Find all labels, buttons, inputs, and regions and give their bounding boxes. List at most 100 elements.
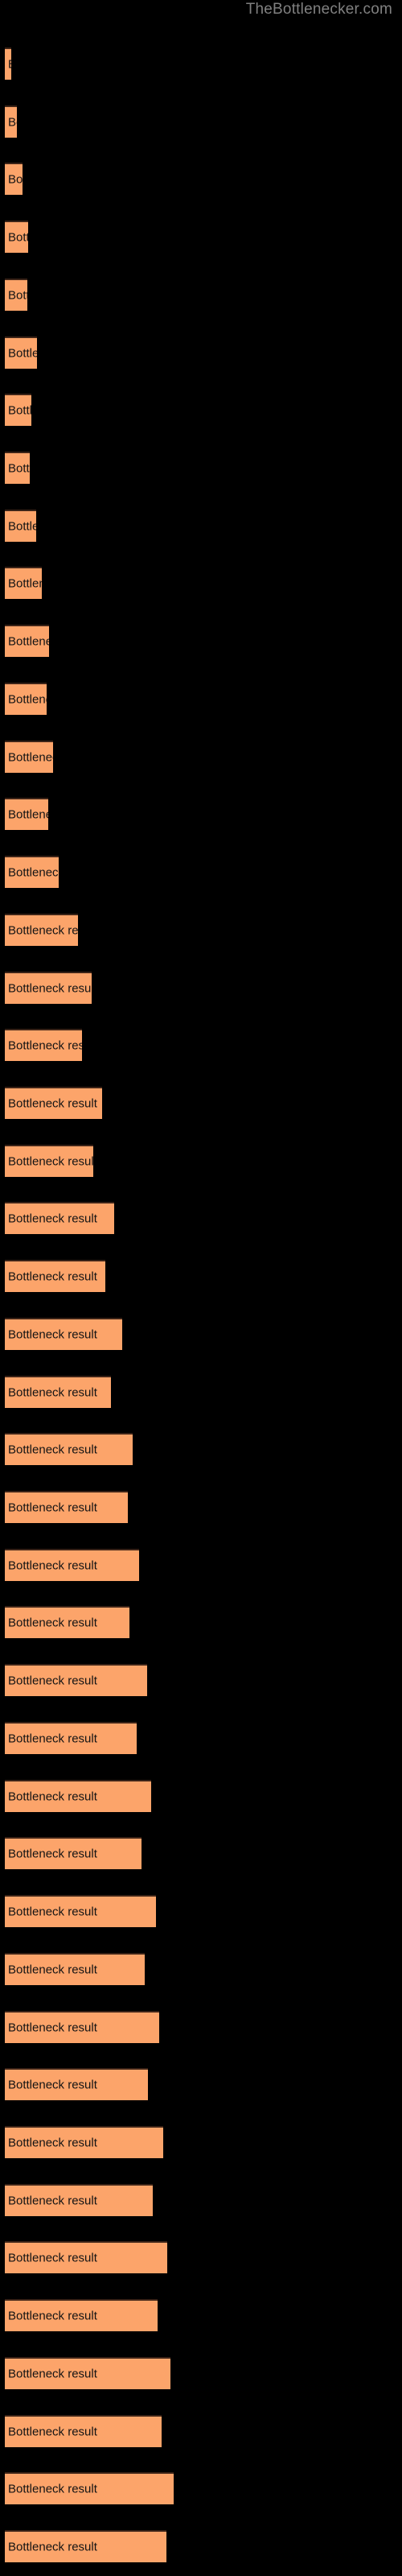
bar-label: Bottleneck result — [8, 2021, 97, 2034]
bar-bottleneck-result[interactable]: Bottleneck result — [5, 740, 54, 773]
bar-bottleneck-result[interactable]: Bottleneck result — [5, 105, 17, 138]
bar-row: Bottleneck result — [0, 2125, 402, 2158]
bar-row: Bottleneck result — [0, 2472, 402, 2505]
bar-bottleneck-result[interactable]: Bottleneck result — [5, 1664, 148, 1697]
bar-bottleneck-result[interactable]: Bottleneck result — [5, 509, 36, 542]
bar-row: Bottleneck result — [0, 1375, 402, 1408]
bar-bottleneck-result[interactable]: Bottleneck result — [5, 971, 92, 1004]
bar-bottleneck-result[interactable]: Bottleneck result — [5, 278, 27, 311]
bar-row: Bottleneck result — [0, 567, 402, 600]
bar-bottleneck-result[interactable]: Bottleneck result — [5, 1144, 93, 1177]
bar-label: Bottleneck result — [8, 519, 36, 534]
bar-row: Bottleneck result — [0, 1779, 402, 1812]
bar-bottleneck-result[interactable]: Bottleneck result — [5, 625, 49, 658]
bar-row: Bottleneck result — [0, 1721, 402, 1754]
bar-bottleneck-result[interactable]: Bottleneck result — [5, 2414, 162, 2447]
bar-row: Bottleneck result — [0, 856, 402, 889]
bottleneck-bar-chart: Bottleneck result Bottleneck result Bottle… — [0, 0, 402, 2576]
bar-bottleneck-result[interactable]: Bottleneck result — [5, 1779, 152, 1812]
bar-row: Bottleneck result — [0, 1664, 402, 1697]
bar-label: Bottleneck result — [8, 403, 31, 418]
bar-label: Bottleneck result — [8, 750, 53, 765]
bar-label: Bottleneck result — [8, 923, 79, 938]
bar-bottleneck-result[interactable]: Bottleneck result — [5, 1317, 122, 1350]
bar-bottleneck-result[interactable]: Bottleneck result — [5, 47, 11, 80]
bar-row: Bottleneck result — [0, 2068, 402, 2101]
bar-bottleneck-result[interactable]: Bottleneck result — [5, 1721, 137, 1754]
bar-row: Bottleneck result — [0, 1260, 402, 1293]
bar-bottleneck-result[interactable]: Bottleneck result — [5, 336, 37, 369]
bar-bottleneck-result[interactable]: Bottleneck result — [5, 1837, 142, 1870]
bar-bottleneck-result[interactable]: Bottleneck result — [5, 1548, 140, 1581]
bar-bottleneck-result[interactable]: Bottleneck result — [5, 567, 42, 600]
bar-label: Bottleneck result — [8, 1269, 97, 1284]
bar-bottleneck-result[interactable]: Bottleneck result — [5, 1952, 146, 1985]
bar-bottleneck-result[interactable]: Bottleneck result — [5, 452, 30, 485]
bar-bottleneck-result[interactable]: Bottleneck result — [5, 913, 79, 946]
bar-label: Bottleneck result — [8, 865, 59, 880]
bar-row: Bottleneck result — [0, 163, 402, 196]
bar-row: Bottleneck result — [0, 1837, 402, 1870]
bar-label: Bottleneck result — [8, 1963, 97, 1977]
bar-bottleneck-result[interactable]: Bottleneck result — [5, 163, 23, 196]
bar-bottleneck-result[interactable]: Bottleneck result — [5, 2356, 171, 2389]
bar-row: Bottleneck result — [0, 1433, 402, 1466]
bar-bottleneck-result[interactable]: Bottleneck result — [5, 1086, 102, 1119]
bar-row: Bottleneck result — [0, 221, 402, 254]
bar-bottleneck-result[interactable]: Bottleneck result — [5, 2068, 149, 2101]
bar-bottleneck-result[interactable]: Bottleneck result — [5, 2125, 164, 2158]
bar-label: Bottleneck result — [8, 1154, 93, 1169]
bar-bottleneck-result[interactable]: Bottleneck result — [5, 798, 48, 831]
bar-label: Bottleneck result — [8, 2136, 97, 2150]
bar-label: Bottleneck result — [8, 1905, 97, 1919]
bar-label: Bottleneck result — [8, 692, 47, 707]
bar-bottleneck-result[interactable]: Bottleneck result — [5, 1375, 111, 1408]
bar-bottleneck-result[interactable]: Bottleneck result — [5, 1491, 128, 1524]
bar-row: Bottleneck result — [0, 1606, 402, 1639]
bar-label: Bottleneck result — [8, 1385, 97, 1400]
bar-bottleneck-result[interactable]: Bottleneck result — [5, 1260, 105, 1293]
bar-row: Bottleneck result — [0, 2414, 402, 2447]
bar-row: Bottleneck result — [0, 1202, 402, 1235]
bar-label: Bottleneck result — [8, 1327, 97, 1342]
bar-label: Bottleneck result — [8, 2194, 97, 2208]
bar-bottleneck-result[interactable]: Bottleneck result — [5, 2299, 158, 2332]
bar-label: Bottleneck result — [8, 2251, 97, 2265]
bar-row: Bottleneck result — [0, 1317, 402, 1350]
bar-row: Bottleneck result — [0, 2241, 402, 2274]
bar-row: Bottleneck result — [0, 2183, 402, 2216]
bar-row: Bottleneck result — [0, 2530, 402, 2562]
bar-bottleneck-result[interactable]: Bottleneck result — [5, 856, 59, 889]
bar-bottleneck-result[interactable]: Bottleneck result — [5, 2530, 167, 2562]
bar-row: Bottleneck result — [0, 682, 402, 715]
bar-bottleneck-result[interactable]: Bottleneck result — [5, 1202, 114, 1235]
bar-bottleneck-result[interactable]: Bottleneck result — [5, 394, 31, 427]
bar-row: Bottleneck result — [0, 1144, 402, 1177]
bar-row: Bottleneck result — [0, 394, 402, 427]
bar-bottleneck-result[interactable]: Bottleneck result — [5, 1433, 133, 1466]
bar-bottleneck-result[interactable]: Bottleneck result — [5, 1029, 83, 1062]
bar-row: Bottleneck result — [0, 1952, 402, 1985]
bar-bottleneck-result[interactable]: Bottleneck result — [5, 2183, 154, 2216]
bar-bottleneck-result[interactable]: Bottleneck result — [5, 1895, 157, 1928]
bar-row: Bottleneck result — [0, 1548, 402, 1581]
bar-bottleneck-result[interactable]: Bottleneck result — [5, 1606, 129, 1639]
bar-row: Bottleneck result — [0, 1086, 402, 1119]
bar-row: Bottleneck result — [0, 740, 402, 773]
bar-label: Bottleneck result — [8, 230, 28, 245]
bar-label: Bottleneck result — [8, 1558, 97, 1573]
bar-label: Bottleneck result — [8, 1732, 97, 1746]
bar-label: Bottleneck result — [8, 288, 27, 303]
bar-row: Bottleneck result — [0, 1029, 402, 1062]
bar-label: Bottleneck result — [8, 58, 11, 72]
bar-bottleneck-result[interactable]: Bottleneck result — [5, 2010, 160, 2043]
bar-label: Bottleneck result — [8, 981, 92, 996]
bar-bottleneck-result[interactable]: Bottleneck result — [5, 2241, 168, 2274]
bar-bottleneck-result[interactable]: Bottleneck result — [5, 682, 47, 715]
bar-bottleneck-result[interactable]: Bottleneck result — [5, 2472, 174, 2505]
bar-row: Bottleneck result — [0, 625, 402, 658]
bar-label: Bottleneck result — [8, 172, 23, 187]
bar-bottleneck-result[interactable]: Bottleneck result — [5, 221, 28, 254]
bar-label: Bottleneck result — [8, 2309, 97, 2323]
bar-label: Bottleneck result — [8, 2367, 97, 2381]
